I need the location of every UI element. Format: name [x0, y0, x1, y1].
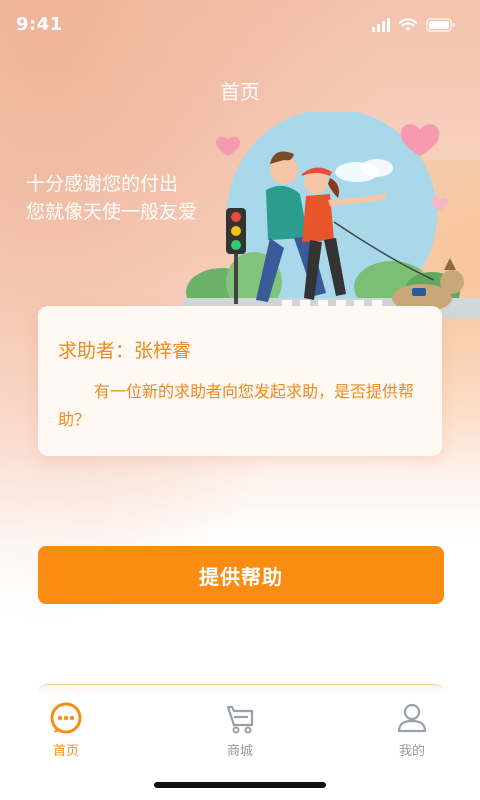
- slogan: 十分感谢您的付出 您就像天使一般友爱: [26, 170, 197, 226]
- status-bar: 9:41: [0, 0, 480, 48]
- tab-home-label: 首页: [52, 744, 79, 759]
- signal-icon: [372, 18, 390, 32]
- battery-icon: [426, 18, 456, 32]
- user-icon: [397, 703, 427, 733]
- slogan-line-2: 您就像天使一般友爱: [26, 201, 198, 223]
- cart-icon: [226, 705, 254, 734]
- page-title: 首页: [220, 80, 260, 104]
- request-message: 有一位新的求助者向您发起求助，是否提供帮助？: [58, 382, 415, 429]
- help-request-card: 求助者：张梓睿 有一位新的求助者向您发起求助，是否提供帮助？: [38, 306, 442, 456]
- slogan-line-1: 十分感谢您的付出: [26, 173, 179, 195]
- tab-home[interactable]: 首页: [18, 700, 114, 759]
- tab-mine-label: 我的: [398, 744, 425, 759]
- status-icons: [372, 18, 456, 32]
- wifi-icon: [398, 18, 418, 32]
- requester-name: 求助者：张梓睿: [58, 340, 192, 362]
- tab-mall[interactable]: 商城: [192, 700, 288, 759]
- tab-mall-label: 商城: [226, 744, 253, 759]
- tab-mine[interactable]: 我的: [364, 700, 460, 759]
- chat-bubble-icon: [50, 702, 82, 734]
- provide-help-button[interactable]: 提供帮助: [38, 546, 444, 604]
- home-indicator: [154, 782, 326, 788]
- status-time: 9:41: [16, 14, 63, 35]
